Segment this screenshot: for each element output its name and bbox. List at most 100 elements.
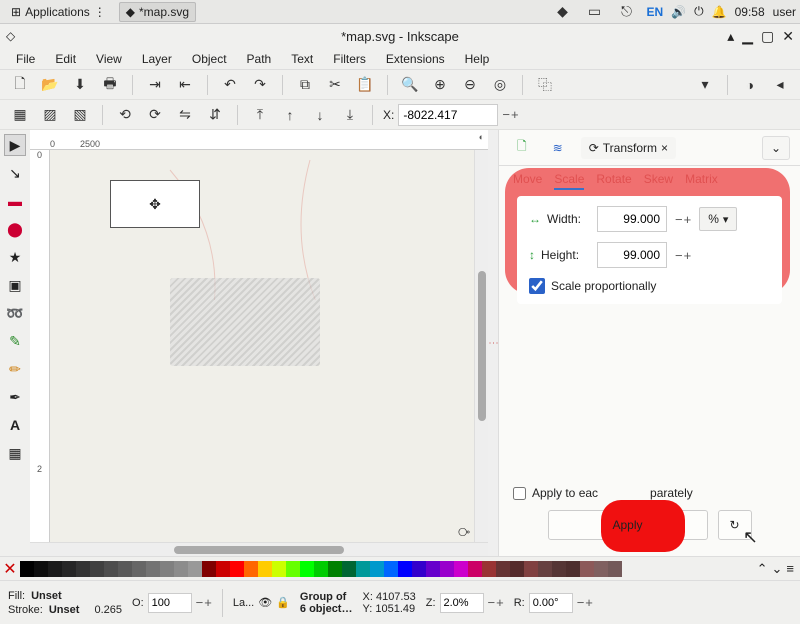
window-minimize-icon[interactable]: ▁ [742,28,753,45]
select-all-icon[interactable]: ▨ [38,103,62,127]
x-decrement-icon[interactable]: − [502,107,510,122]
color-swatch[interactable] [62,561,76,577]
deselect-icon[interactable]: ▧ [68,103,92,127]
color-swatch[interactable] [580,561,594,577]
color-swatch[interactable] [594,561,608,577]
fill-stroke-indicator[interactable]: Fill:Unset Stroke:Unset 0.265 [8,590,122,616]
color-swatch[interactable] [314,561,328,577]
pencil-tool[interactable]: ✏ [4,358,26,380]
calligraphy-tool[interactable]: ✒ [4,386,26,408]
scrollbar-thumb[interactable] [174,546,344,554]
color-swatch[interactable] [552,561,566,577]
color-swatch[interactable] [244,561,258,577]
applications-menu[interactable]: ⊞ Applications ⋮ [4,2,113,22]
clone-icon[interactable]: ▾ [693,73,717,97]
lower-icon[interactable]: ↓ [308,103,332,127]
vertical-scrollbar[interactable] [474,150,488,542]
tray-inkscape-icon[interactable]: ◆ [551,0,575,24]
copy-icon[interactable]: ⧉ [293,73,317,97]
panel-tab-transform[interactable]: ⟳ Transform × [581,137,676,159]
color-swatch[interactable] [342,561,356,577]
palette-down-icon[interactable]: ⌄ [772,561,783,577]
color-swatch[interactable] [608,561,622,577]
color-swatch[interactable] [524,561,538,577]
snap-enable-icon[interactable]: ◑ [738,73,762,97]
zoom-page-icon[interactable]: ⊖ [458,73,482,97]
selected-object[interactable]: ✥ [110,180,200,228]
taskbar-item-inkscape[interactable]: ◆ *map.svg [119,2,196,22]
close-tab-icon[interactable]: × [661,141,668,155]
color-swatch[interactable] [328,561,342,577]
menu-filters[interactable]: Filters [325,50,374,68]
lower-bottom-icon[interactable]: ⤓ [338,103,362,127]
opacity-increment-icon[interactable]: + [204,595,212,610]
power-icon[interactable]: ⏻ [694,4,704,19]
redo-icon[interactable]: ↷ [248,73,272,97]
color-swatch[interactable] [300,561,314,577]
volume-icon[interactable]: 🔊 [671,5,686,19]
star-tool[interactable]: ★ [4,246,26,268]
no-color-swatch[interactable]: ✕ [0,560,20,578]
x-increment-icon[interactable]: + [511,107,519,122]
subtab-move[interactable]: Move [513,172,542,190]
width-increment-icon[interactable]: + [684,212,692,227]
x-coordinate-input[interactable] [398,104,498,126]
menu-help[interactable]: Help [457,50,498,68]
menu-text[interactable]: Text [283,50,321,68]
zoom-center-icon[interactable]: ◎ [488,73,512,97]
panel-tab-layers[interactable]: ≋ [545,137,571,159]
color-swatch[interactable] [398,561,412,577]
display-mode-icon[interactable]: ◐ [479,132,484,142]
menu-edit[interactable]: Edit [47,50,84,68]
subtab-scale[interactable]: Scale [554,172,584,190]
node-tool[interactable]: ↘ [4,162,26,184]
prefs-arrow-icon[interactable]: ◂ [768,73,792,97]
color-swatch[interactable] [258,561,272,577]
raster-layer[interactable] [170,278,320,366]
opacity-decrement-icon[interactable]: − [196,595,204,610]
color-swatch[interactable] [454,561,468,577]
flip-h-icon[interactable]: ⇋ [173,103,197,127]
scale-proportionally-checkbox[interactable] [529,278,545,294]
menu-object[interactable]: Object [184,50,235,68]
gradient-tool[interactable]: ▦ [4,442,26,464]
duplicate-icon[interactable]: ⿻ [533,73,557,97]
color-swatch[interactable] [48,561,62,577]
lock-layer-icon[interactable]: 🔒 [276,596,290,609]
menu-extensions[interactable]: Extensions [378,50,453,68]
bezier-tool[interactable]: ✎ [4,330,26,352]
3dbox-tool[interactable]: ▣ [4,274,26,296]
subtab-skew[interactable]: Skew [644,172,673,190]
color-swatch[interactable] [76,561,90,577]
color-swatch[interactable] [132,561,146,577]
keyboard-layout[interactable]: EN [647,5,664,19]
save-icon[interactable]: ⬇︎ [68,73,92,97]
color-swatch[interactable] [566,561,580,577]
rotation-decrement-icon[interactable]: − [577,595,585,610]
scrollbar-thumb[interactable] [478,271,486,421]
rotation-input[interactable] [529,593,573,613]
color-swatch[interactable] [286,561,300,577]
visibility-icon[interactable]: 👁 [258,596,272,609]
color-swatch[interactable] [482,561,496,577]
tray-workspace-icon[interactable]: ▭ [583,0,607,24]
color-swatch[interactable] [370,561,384,577]
notifications-icon[interactable]: 🔔 [712,5,727,19]
raise-top-icon[interactable]: ⤒ [248,103,272,127]
flip-v-icon[interactable]: ⇵ [203,103,227,127]
canvas[interactable]: ✥ ⧂ [50,150,474,542]
rectangle-tool[interactable]: ▬ [4,190,26,212]
window-rollup-icon[interactable]: ▴ [727,28,734,45]
panel-overflow-button[interactable]: ⌄ [762,136,790,160]
color-swatch[interactable] [202,561,216,577]
undo-icon[interactable]: ↶ [218,73,242,97]
height-input[interactable] [597,242,667,268]
horizontal-ruler[interactable]: 0 2500 ◐ [30,130,488,150]
height-decrement-icon[interactable]: − [675,248,683,263]
menu-layer[interactable]: Layer [134,50,180,68]
window-close-icon[interactable]: ✕ [782,28,794,45]
import-icon[interactable]: ⇥ [143,73,167,97]
opacity-input[interactable] [148,593,192,613]
subtab-rotate[interactable]: Rotate [596,172,631,190]
color-swatch[interactable] [468,561,482,577]
